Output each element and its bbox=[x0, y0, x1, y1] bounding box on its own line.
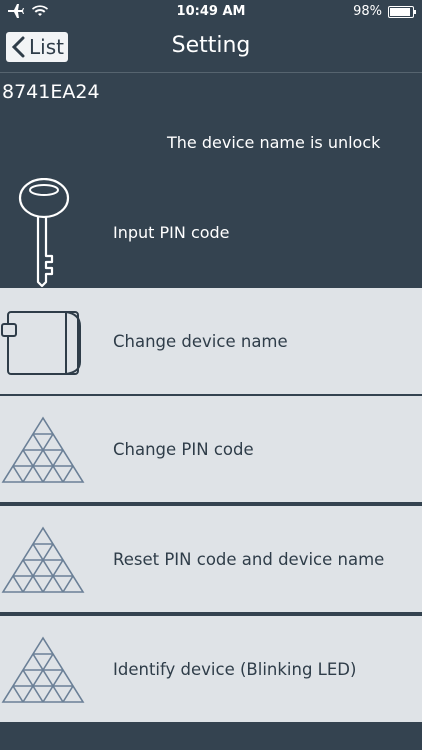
menu-item-label: Reset PIN code and device name bbox=[113, 550, 385, 569]
input-pin-label: Input PIN code bbox=[113, 223, 230, 242]
menu-item-identify-device[interactable]: Identify device (Blinking LED) bbox=[0, 616, 422, 724]
nav-bar: List Setting bbox=[0, 24, 422, 72]
battery-icon bbox=[388, 5, 416, 18]
battery-percent: 98% bbox=[353, 4, 382, 19]
device-header: 8741EA24 The device name is unlock Input… bbox=[0, 72, 422, 288]
triangle-grid-icon bbox=[0, 630, 90, 714]
menu-item-label: Change device name bbox=[113, 332, 288, 351]
status-bar: 10:49 AM 98% bbox=[0, 0, 422, 24]
bottom-bar bbox=[0, 726, 422, 750]
device-icon bbox=[0, 302, 90, 386]
menu-item-label: Change PIN code bbox=[113, 440, 254, 459]
key-icon bbox=[16, 177, 72, 294]
status-right: 98% bbox=[353, 4, 416, 19]
input-pin-row[interactable]: Input PIN code bbox=[0, 171, 422, 289]
menu-item-change-device-name[interactable]: Change device name bbox=[0, 288, 422, 396]
menu-item-change-pin[interactable]: Change PIN code bbox=[0, 396, 422, 504]
triangle-grid-icon bbox=[0, 520, 90, 604]
triangle-grid-icon bbox=[0, 410, 90, 494]
menu-item-label: Identify device (Blinking LED) bbox=[113, 660, 357, 679]
device-status-text: The device name is unlock bbox=[167, 133, 381, 152]
page-title: Setting bbox=[171, 33, 251, 58]
device-id: 8741EA24 bbox=[2, 81, 100, 103]
menu-item-reset-pin-and-name[interactable]: Reset PIN code and device name bbox=[0, 506, 422, 614]
battery-fill bbox=[390, 7, 410, 16]
